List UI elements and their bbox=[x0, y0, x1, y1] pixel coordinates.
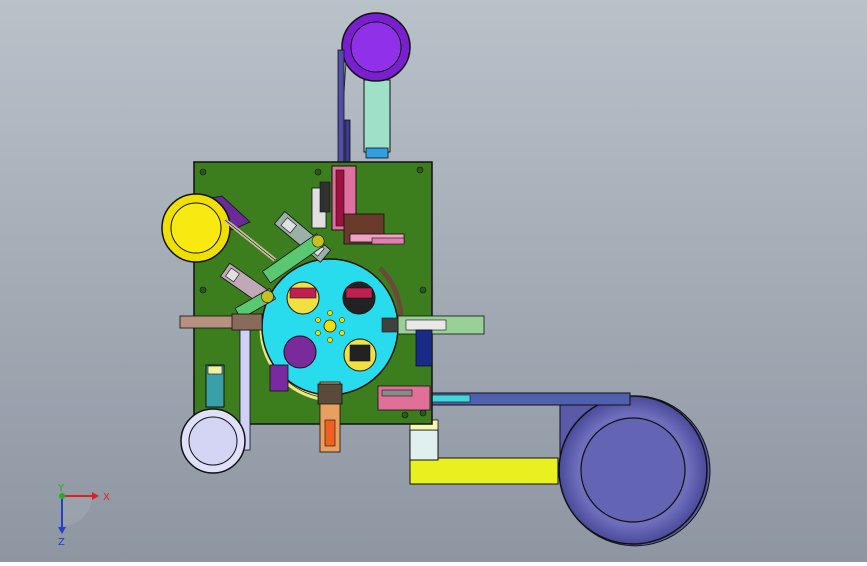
station-bottom-output[interactable] bbox=[317, 381, 343, 453]
z-axis-label: Z bbox=[58, 537, 65, 548]
reject-chute[interactable] bbox=[269, 364, 289, 392]
y-axis-label: Y bbox=[57, 483, 65, 494]
x-axis-label: X bbox=[103, 492, 110, 503]
assembly-drawing[interactable]: X Y Z bbox=[0, 0, 867, 562]
feeder-bowl-blue[interactable] bbox=[558, 395, 711, 547]
cad-viewport[interactable]: X Y Z bbox=[0, 0, 867, 562]
station-bottom-right[interactable] bbox=[377, 385, 431, 411]
station-left-horizontal[interactable] bbox=[179, 313, 263, 331]
